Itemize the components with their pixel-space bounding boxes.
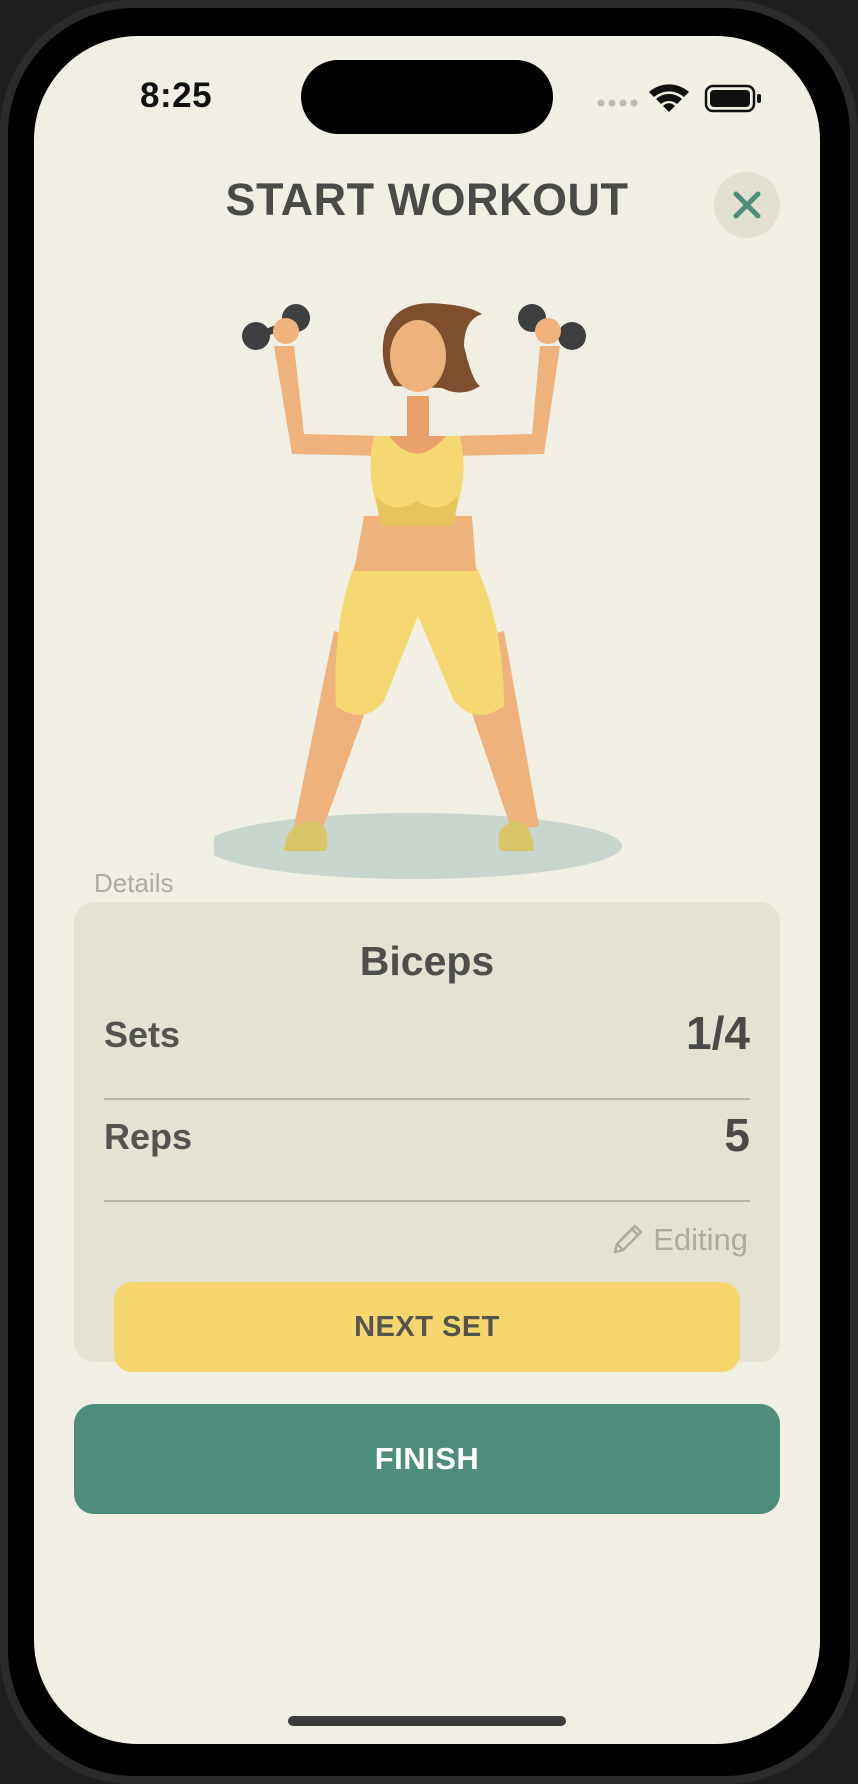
battery-icon: [704, 84, 761, 113]
reps-label: Reps: [104, 1116, 193, 1157]
status-icons: [594, 80, 794, 120]
reps-value[interactable]: 5: [724, 1108, 750, 1162]
next-set-button[interactable]: NEXT SET: [114, 1282, 740, 1372]
workout-illustration: [206, 286, 654, 886]
pencil-icon: [613, 1224, 643, 1254]
reps-divider: [104, 1200, 750, 1202]
editing-label: Editing: [653, 1222, 748, 1257]
cellular-icon: [597, 99, 638, 107]
close-icon: [733, 191, 761, 219]
status-time: 8:25: [140, 76, 213, 115]
exercise-name: Biceps: [359, 938, 495, 984]
sets-label: Sets: [104, 1014, 181, 1055]
home-indicator[interactable]: [288, 1716, 566, 1726]
wifi-icon: [649, 84, 689, 112]
dynamic-island: [301, 60, 553, 134]
editing-toggle[interactable]: Editing: [609, 1222, 748, 1258]
page-title: START WORKOUT: [225, 174, 629, 225]
sets-value[interactable]: 1/4: [686, 1006, 750, 1060]
close-button[interactable]: [714, 172, 780, 238]
app-screen: 8:25 START WORKOUT Details Biceps Sets 1…: [34, 36, 820, 1744]
sets-divider: [104, 1098, 750, 1100]
details-section-label: Details: [94, 868, 174, 898]
finish-button[interactable]: FINISH: [74, 1404, 780, 1514]
details-card: Biceps Sets 1/4 Reps 5 Editing NEXT SET: [74, 902, 780, 1372]
